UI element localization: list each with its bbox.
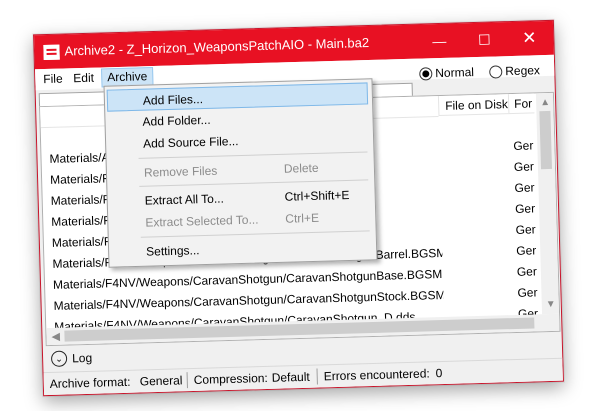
file-format: Ger	[516, 264, 538, 279]
menu-file[interactable]: File	[38, 70, 68, 88]
status-divider	[186, 372, 188, 389]
search-mode-group: Normal Regex	[417, 61, 552, 83]
app-icon	[43, 44, 60, 61]
minimize-button[interactable]: —	[417, 23, 462, 58]
menu-edit[interactable]: Edit	[68, 70, 99, 88]
menu-extract-all-shortcut: Ctrl+Shift+E	[284, 187, 350, 204]
menu-extract-selected-shortcut: Ctrl+E	[285, 210, 320, 226]
status-format-label: Archive format:	[49, 374, 131, 392]
scroll-left-icon[interactable]: ◀	[51, 330, 60, 343]
radio-regex-label[interactable]: Regex	[505, 63, 540, 78]
menu-settings-label: Settings...	[145, 243, 200, 259]
status-compression-value: Default	[271, 369, 310, 385]
status-format-value: General	[139, 373, 183, 389]
log-toggle[interactable]: ⌄ Log	[46, 344, 246, 370]
chevron-down-circle-icon[interactable]: ⌄	[50, 350, 68, 367]
menu-add-files-label: Add Files...	[142, 92, 204, 108]
vertical-scrollbar[interactable]: ▲ ▼	[535, 92, 560, 315]
file-format: Ger	[516, 243, 537, 258]
status-errors-label: Errors encountered:	[323, 366, 430, 384]
file-format: Ger	[514, 180, 535, 195]
menu-add-source-label: Add Source File...	[142, 134, 239, 151]
file-format: Ger	[517, 285, 538, 300]
menu-extract-selected-label: Extract Selected To...	[145, 212, 259, 230]
scroll-up-icon[interactable]: ▲	[540, 97, 550, 108]
scroll-down-icon[interactable]: ▼	[546, 299, 556, 310]
radio-normal[interactable]	[419, 67, 433, 81]
file-format: Ger	[513, 159, 535, 174]
file-format: Ger	[515, 222, 536, 237]
column-header-format[interactable]: For	[507, 93, 535, 115]
menu-remove-shortcut: Delete	[283, 160, 319, 176]
status-compression-label: Compression:	[193, 370, 268, 387]
maximize-button[interactable]: ☐	[462, 22, 507, 57]
radio-regex[interactable]	[489, 65, 503, 79]
archive-menu-dropdown: Add Files... Add Folder... Add Source Fi…	[103, 78, 378, 268]
menu-add-folder-label: Add Folder...	[142, 112, 211, 129]
file-format: Ger	[513, 138, 534, 153]
menu-extract-all-label: Extract All To...	[144, 191, 225, 208]
menu-remove-files-label: Remove Files	[143, 163, 218, 180]
status-divider	[316, 368, 318, 385]
menu-settings[interactable]: Settings...	[111, 234, 373, 263]
file-format: Ger	[514, 201, 536, 216]
radio-normal-label[interactable]: Normal	[435, 65, 474, 80]
scroll-thumb[interactable]	[539, 110, 553, 170]
close-button[interactable]: ✕	[507, 21, 552, 56]
window-title: Archive2 - Z_Horizon_WeaponsPatchAIO - M…	[64, 34, 370, 59]
log-label[interactable]: Log	[72, 351, 92, 366]
status-errors-value: 0	[435, 366, 443, 381]
column-header-file-on-disk[interactable]: File on Disk	[437, 94, 509, 117]
